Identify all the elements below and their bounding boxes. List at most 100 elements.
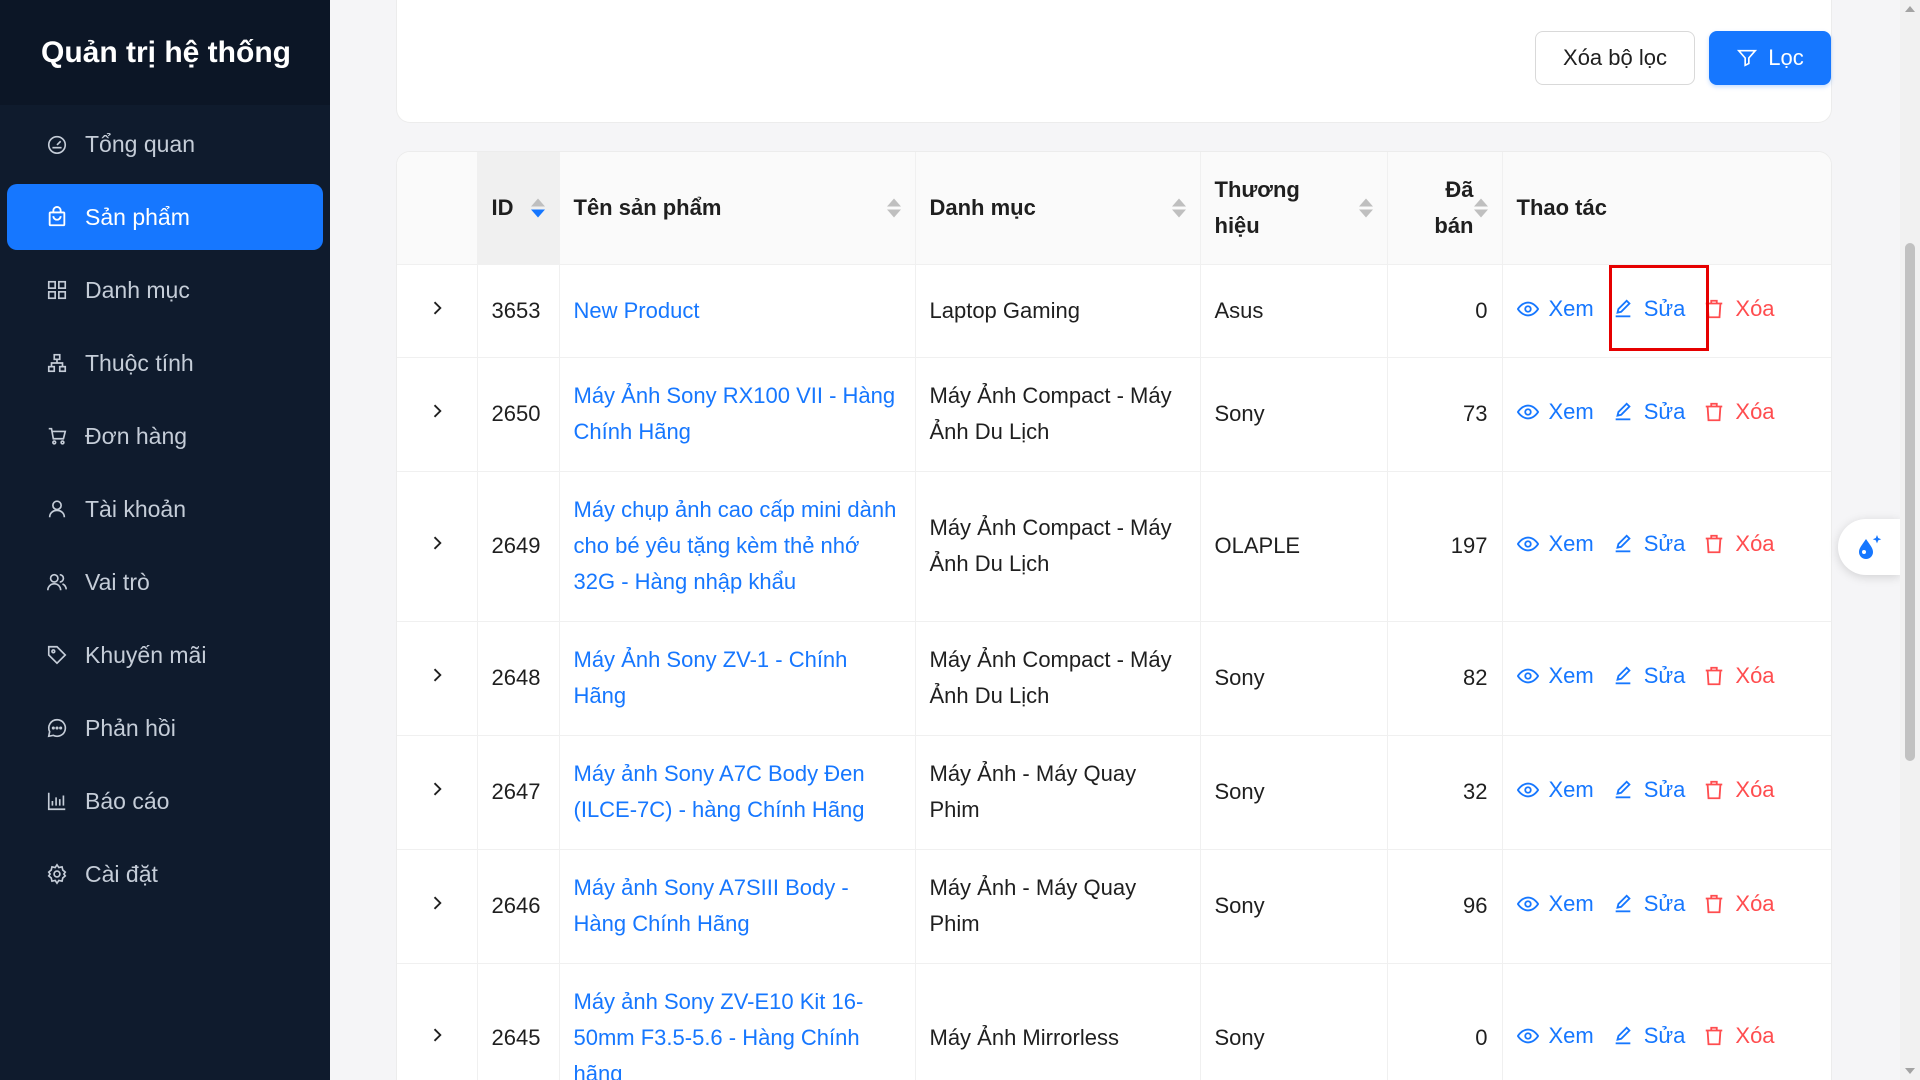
chevron-right-icon[interactable] — [427, 401, 447, 421]
eye-icon — [1516, 668, 1539, 684]
edit-button[interactable]: Sửa — [1612, 886, 1686, 922]
reset-filter-button[interactable]: Xóa bộ lọc — [1535, 31, 1695, 85]
edit-button[interactable]: Sửa — [1612, 394, 1685, 430]
sidebar-item-label: Đơn hàng — [85, 422, 188, 449]
delete-button[interactable]: Xóa — [1703, 886, 1775, 922]
sidebar-item-label: Sản phẩm — [85, 203, 190, 230]
view-button[interactable]: Xem — [1516, 291, 1594, 327]
product-name-link[interactable]: Máy Ảnh Sony ZV-1 - Chính Hãng — [558, 621, 915, 736]
edit-button[interactable]: Sửa — [1612, 526, 1685, 562]
view-button[interactable]: Xem — [1516, 658, 1594, 694]
column-header-label: Danh mục — [929, 194, 1036, 220]
sidebar-item-categories[interactable]: Danh mục — [7, 257, 323, 323]
expand-cell[interactable] — [397, 735, 477, 850]
sidebar-item-label: Tài khoản — [85, 495, 187, 522]
product-name-link[interactable]: Máy ảnh Sony A7SIII Body - Hàng Chính Hã… — [558, 849, 915, 964]
column-header-label: Thao tác — [1516, 194, 1607, 220]
cell-sold: 32 — [1386, 735, 1502, 850]
delete-button[interactable]: Xóa — [1703, 772, 1775, 808]
sidebar-item-products[interactable]: Sản phẩm — [7, 184, 323, 250]
edit-label: Sửa — [1643, 663, 1686, 688]
app-title: Quản trị hệ thống — [0, 0, 330, 105]
cell-actions: Xem Sửa Xóa — [1501, 357, 1831, 472]
product-name-link[interactable]: Máy chụp ảnh cao cấp mini dành cho bé yê… — [558, 471, 915, 622]
cell-id: 2649 — [476, 471, 559, 622]
edit-button[interactable]: Sửa — [1612, 772, 1685, 808]
column-header-category[interactable]: Danh mục — [914, 152, 1200, 265]
sort-icon[interactable] — [1358, 198, 1373, 218]
edit-label: Sửa — [1643, 891, 1686, 916]
trash-icon — [1706, 534, 1723, 554]
chevron-right-icon[interactable] — [427, 298, 447, 318]
eye-icon — [1516, 782, 1539, 798]
sidebar-item-promotions[interactable]: Khuyến mãi — [7, 622, 323, 688]
shopping-bag-icon — [45, 205, 69, 229]
expand-cell[interactable] — [397, 471, 477, 622]
pencil-icon — [1615, 534, 1631, 553]
column-header-actions: Thao tác — [1501, 152, 1831, 265]
expand-cell[interactable] — [397, 963, 477, 1080]
pencil-icon — [1615, 666, 1631, 685]
expand-cell[interactable] — [397, 357, 477, 472]
edit-button[interactable]: Sửa — [1612, 658, 1686, 694]
delete-button[interactable]: Xóa — [1703, 658, 1775, 694]
chevron-right-icon[interactable] — [427, 893, 447, 913]
sort-icon[interactable] — [1473, 198, 1488, 218]
view-button[interactable]: Xem — [1516, 772, 1594, 808]
sidebar-item-accounts[interactable]: Tài khoản — [7, 476, 323, 542]
column-header-sold[interactable]: Đã bán — [1386, 152, 1502, 265]
sidebar-item-roles[interactable]: Vai trò — [7, 549, 323, 615]
scroll-down-icon[interactable] — [1905, 1068, 1915, 1074]
delete-button[interactable]: Xóa — [1703, 526, 1775, 562]
expand-cell[interactable] — [397, 264, 477, 358]
scroll-up-icon[interactable] — [1905, 6, 1915, 12]
floating-assistant-button[interactable] — [1838, 519, 1900, 575]
trash-icon — [1706, 666, 1723, 686]
sidebar-item-attributes[interactable]: Thuộc tính — [7, 330, 323, 396]
chevron-right-icon[interactable] — [427, 665, 447, 685]
expand-cell[interactable] — [397, 849, 477, 964]
product-name-link[interactable]: Máy Ảnh Sony RX100 VII - Hàng Chính Hãng — [558, 357, 915, 472]
view-button[interactable]: Xem — [1516, 886, 1594, 922]
sort-icon[interactable] — [530, 198, 545, 218]
cell-category: Máy Ảnh Compact - Máy Ảnh Du Lịch — [914, 471, 1200, 622]
cell-category: Máy Ảnh Compact - Máy Ảnh Du Lịch — [914, 357, 1200, 472]
view-button[interactable]: Xem — [1516, 1018, 1594, 1054]
scrollbar-thumb[interactable] — [1905, 243, 1915, 761]
delete-label: Xóa — [1735, 1023, 1775, 1048]
page-scrollbar[interactable] — [1900, 0, 1920, 1080]
chevron-right-icon[interactable] — [427, 533, 447, 553]
delete-button[interactable]: Xóa — [1703, 291, 1775, 327]
cart-icon — [45, 424, 69, 448]
filter-button[interactable]: Lọc — [1709, 31, 1831, 85]
sort-icon[interactable] — [1171, 198, 1186, 218]
chevron-right-icon[interactable] — [427, 1025, 447, 1045]
product-name-link[interactable]: Máy ảnh Sony A7C Body Đen (ILCE-7C) - hà… — [558, 735, 915, 850]
cell-brand: Sony — [1199, 621, 1387, 736]
sidebar-item-settings[interactable]: Cài đặt — [7, 841, 323, 907]
cell-category: Laptop Gaming — [914, 264, 1200, 358]
sidebar-item-feedback[interactable]: Phản hồi — [7, 695, 323, 761]
column-header-name[interactable]: Tên sản phẩm — [558, 152, 915, 265]
column-header-label: Tên sản phẩm — [573, 194, 722, 220]
column-header-brand[interactable]: Thương hiệu — [1199, 152, 1387, 265]
cell-category: Máy Ảnh Compact - Máy Ảnh Du Lịch — [914, 621, 1200, 736]
view-button[interactable]: Xem — [1516, 526, 1594, 562]
delete-button[interactable]: Xóa — [1703, 394, 1775, 430]
dashboard-icon — [45, 132, 69, 156]
sidebar-item-reports[interactable]: Báo cáo — [7, 768, 323, 834]
view-button[interactable]: Xem — [1516, 394, 1594, 430]
sort-icon[interactable] — [886, 198, 901, 218]
cell-brand: Sony — [1199, 849, 1387, 964]
edit-button[interactable]: Sửa — [1612, 1018, 1685, 1054]
column-header-id[interactable]: ID — [476, 152, 559, 265]
cluster-icon — [45, 351, 69, 375]
chevron-right-icon[interactable] — [427, 779, 447, 799]
delete-button[interactable]: Xóa — [1703, 1018, 1775, 1054]
sidebar-item-orders[interactable]: Đơn hàng — [7, 403, 323, 469]
product-name-link[interactable]: Máy ảnh Sony ZV-E10 Kit 16-50mm F3.5-5.6… — [558, 963, 915, 1080]
expand-cell[interactable] — [397, 621, 477, 736]
cell-brand: Sony — [1199, 963, 1387, 1080]
product-name-link[interactable]: New Product — [558, 264, 915, 358]
sidebar-item-overview[interactable]: Tổng quan — [7, 111, 323, 177]
